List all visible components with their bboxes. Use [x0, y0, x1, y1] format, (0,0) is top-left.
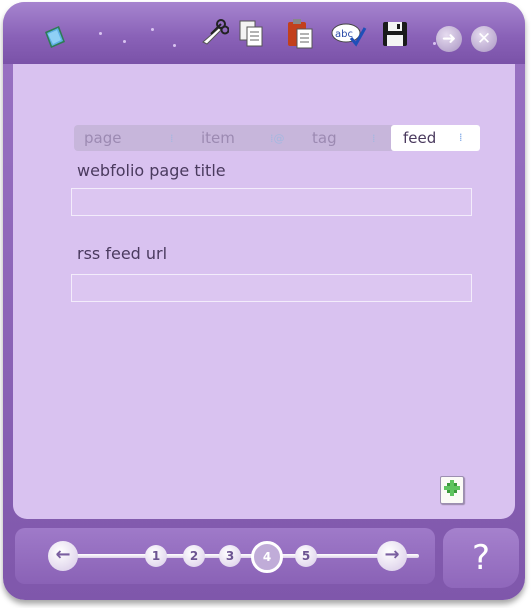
sparkle-decoration — [123, 40, 126, 43]
step-1[interactable]: 1 — [145, 545, 167, 567]
book-icon[interactable] — [41, 24, 69, 52]
step-navigation: ← 1 2 3 4 5 → — [15, 528, 435, 584]
paste-icon[interactable] — [285, 18, 313, 49]
step-number: 5 — [301, 549, 311, 563]
copy-icon[interactable] — [237, 18, 265, 47]
spellcheck-text: abc — [335, 29, 353, 40]
tab-separator-icon: ⁞ — [170, 132, 174, 145]
forward-button[interactable]: ➜ — [436, 26, 462, 52]
rss-feed-url-label: rss feed url — [77, 244, 168, 263]
tab-tag-label: tag — [312, 129, 337, 147]
add-document-icon — [444, 480, 460, 496]
tab-separator-icon: ⁞ — [372, 132, 376, 145]
tab-item-label: item — [201, 129, 235, 147]
step-number: 4 — [262, 550, 272, 564]
sparkle-decoration — [173, 44, 176, 47]
tab-feed[interactable]: feed ⁞ — [391, 125, 480, 151]
tab-page-label: page — [84, 129, 122, 147]
sparkle-decoration — [99, 32, 102, 35]
help-button[interactable]: ? — [443, 528, 519, 588]
close-button[interactable]: ✕ — [471, 26, 497, 52]
toolbar: abc ➜ ✕ — [3, 2, 525, 64]
tab-separator-icon: ⁞@ — [270, 132, 285, 145]
step-number: 2 — [189, 549, 199, 563]
step-number: 1 — [151, 549, 161, 563]
wizard-window: abc ➜ ✕ page ⁞ item ⁞@ tag ⁞ feed ⁞ webf… — [3, 2, 525, 600]
tab-bar: page ⁞ item ⁞@ tag ⁞ feed ⁞ — [74, 125, 480, 151]
step-4-current[interactable]: 4 — [251, 541, 283, 573]
help-icon: ? — [471, 538, 491, 578]
save-icon[interactable] — [381, 20, 409, 48]
spellcheck-icon[interactable]: abc — [331, 22, 367, 50]
right-arrow-icon: → — [384, 544, 400, 565]
forward-icon: ➜ — [441, 29, 457, 49]
close-icon: ✕ — [476, 29, 492, 49]
tab-tag[interactable]: tag — [312, 125, 372, 151]
webfolio-title-input[interactable] — [71, 188, 472, 216]
tab-page[interactable]: page — [84, 125, 154, 151]
step-2[interactable]: 2 — [183, 545, 205, 567]
previous-step-button[interactable]: ← — [48, 541, 78, 571]
help-panel: ? — [443, 528, 519, 588]
step-3[interactable]: 3 — [219, 545, 241, 567]
tab-item[interactable]: item — [201, 125, 271, 151]
step-5[interactable]: 5 — [295, 545, 317, 567]
webfolio-title-label: webfolio page title — [77, 161, 226, 180]
rss-feed-url-input[interactable] — [71, 274, 472, 302]
tab-active-marker-icon: ⁞ — [459, 131, 463, 144]
step-number: 3 — [225, 549, 235, 563]
content-panel: page ⁞ item ⁞@ tag ⁞ feed ⁞ webfolio pag… — [13, 64, 515, 519]
left-arrow-icon: ← — [55, 544, 71, 565]
scissors-icon[interactable] — [199, 16, 230, 45]
tab-feed-label: feed — [403, 129, 437, 147]
new-document-button[interactable] — [440, 476, 464, 504]
sparkle-decoration — [151, 28, 154, 31]
next-step-button[interactable]: → — [377, 541, 407, 571]
